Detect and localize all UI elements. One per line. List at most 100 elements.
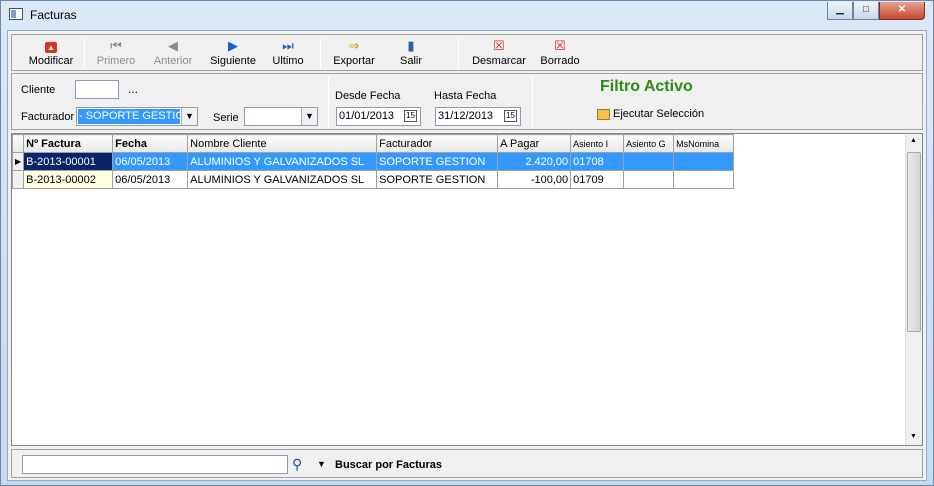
- table-row[interactable]: B-2013-00002 06/05/2013 ALUMINIOS Y GALV…: [12, 170, 735, 189]
- client-area: ▲ Modificar ⏮ Primero ◀ Anterior ▶ Sigui…: [7, 30, 927, 481]
- cell-a-pagar[interactable]: 2.420,00: [497, 152, 572, 171]
- toolbar-separator: [458, 39, 459, 69]
- maximize-button[interactable]: □: [853, 2, 879, 20]
- ejecutar-seleccion-button[interactable]: Ejecutar Selección: [597, 108, 704, 120]
- delete-icon: ☒: [554, 38, 566, 53]
- export-icon: ⇒: [348, 38, 360, 53]
- scroll-down-icon[interactable]: ▼: [910, 433, 917, 440]
- cell-fecha[interactable]: 06/05/2013: [112, 170, 189, 189]
- primero-button[interactable]: ⏮ Primero: [94, 38, 138, 70]
- anterior-label: Anterior: [153, 55, 193, 67]
- cell-a-pagar[interactable]: -100,00: [497, 170, 572, 189]
- cliente-lookup-button[interactable]: ...: [128, 82, 138, 96]
- cell-fecha[interactable]: 06/05/2013: [112, 152, 189, 171]
- toolbar: ▲ Modificar ⏮ Primero ◀ Anterior ▶ Sigui…: [11, 34, 923, 71]
- next-record-icon: ▶: [228, 38, 238, 53]
- col-header-fecha[interactable]: Fecha: [112, 134, 189, 153]
- facturas-table: Nº Factura Fecha Nombre Cliente Facturad…: [12, 134, 735, 189]
- desmarcar-label: Desmarcar: [472, 55, 526, 67]
- salir-button[interactable]: ▮ Salir: [396, 38, 426, 70]
- ultimo-button[interactable]: ⏭ Ultimo: [268, 38, 308, 70]
- modify-icon: ▲: [24, 38, 78, 54]
- facturador-select[interactable]: - SOPORTE GESTION ▼: [76, 107, 198, 126]
- facturas-grid: Nº Factura Fecha Nombre Cliente Facturad…: [11, 133, 923, 446]
- siguiente-button[interactable]: ▶ Siguiente: [206, 38, 260, 70]
- search-mode-label: Buscar por Facturas: [335, 459, 442, 471]
- vertical-scrollbar[interactable]: ▲ ▼: [905, 134, 922, 445]
- siguiente-label: Siguiente: [210, 55, 256, 67]
- salir-label: Salir: [399, 55, 422, 67]
- col-header-numero[interactable]: Nº Factura: [23, 134, 114, 153]
- previous-record-icon: ◀: [168, 38, 178, 53]
- ultimo-label: Ultimo: [272, 55, 304, 67]
- col-header-nombre-cliente[interactable]: Nombre Cliente: [187, 134, 378, 153]
- filter-separator: [328, 76, 329, 128]
- execute-icon: [597, 108, 610, 120]
- toolbar-separator: [320, 39, 321, 69]
- col-header-a-pagar[interactable]: A Pagar: [497, 134, 572, 153]
- row-indicator-header: [12, 134, 25, 153]
- filter-panel: Cliente ... Facturador - SOPORTE GESTION…: [11, 73, 923, 130]
- col-header-msnomina[interactable]: MsNomina: [673, 134, 735, 153]
- desde-fecha-label: Desde Fecha: [335, 90, 401, 102]
- col-header-facturador[interactable]: Facturador: [376, 134, 499, 153]
- borrado-label: Borrado: [540, 55, 580, 67]
- grid-header-row: Nº Factura Fecha Nombre Cliente Facturad…: [12, 134, 735, 153]
- cell-numero[interactable]: B-2013-00001: [23, 152, 114, 171]
- app-window-icon: [9, 8, 23, 20]
- cell-nombre-cliente[interactable]: ALUMINIOS Y GALVANIZADOS SL: [187, 152, 378, 171]
- col-header-asiento-i[interactable]: Asiento I: [570, 134, 625, 153]
- unmark-icon: ☒: [493, 38, 505, 53]
- cliente-label: Cliente: [21, 84, 56, 96]
- exportar-button[interactable]: ⇒ Exportar: [330, 38, 378, 70]
- anterior-button[interactable]: ◀ Anterior: [148, 38, 198, 70]
- cell-asiento-i[interactable]: 01708: [570, 152, 625, 171]
- ejecutar-label: Ejecutar Selección: [613, 108, 705, 120]
- cliente-input[interactable]: [75, 80, 119, 99]
- toolbar-separator: [84, 39, 85, 69]
- facturas-window: Facturas ▁ □ ✕ ▲ Modificar ⏮ Primero ◀ A…: [0, 0, 934, 486]
- cell-msnomina[interactable]: [673, 170, 735, 189]
- filtro-activo-label: Filtro Activo: [600, 78, 693, 95]
- facturador-selected-value: - SOPORTE GESTION: [78, 109, 180, 124]
- borrado-button[interactable]: ☒ Borrado: [538, 38, 582, 70]
- close-button[interactable]: ✕: [879, 2, 925, 20]
- current-row-indicator-icon: ▶: [12, 152, 25, 171]
- modificar-button[interactable]: ▲ Modificar: [24, 38, 78, 70]
- cell-facturador[interactable]: SOPORTE GESTION: [376, 170, 499, 189]
- table-row[interactable]: ▶ B-2013-00001 06/05/2013 ALUMINIOS Y GA…: [12, 152, 735, 171]
- filter-separator: [532, 76, 533, 128]
- modificar-label: Modificar: [28, 55, 74, 67]
- cell-asiento-g[interactable]: [623, 152, 675, 171]
- primero-label: Primero: [96, 55, 136, 67]
- desmarcar-button[interactable]: ☒ Desmarcar: [470, 38, 528, 70]
- first-record-icon: ⏮: [110, 38, 122, 53]
- exportar-label: Exportar: [333, 55, 375, 67]
- scroll-up-icon[interactable]: ▲: [910, 137, 917, 144]
- col-header-asiento-g[interactable]: Asiento G: [623, 134, 675, 153]
- search-bar: ⚲ ▼ Buscar por Facturas: [11, 449, 923, 478]
- chevron-down-icon[interactable]: ▼: [317, 459, 326, 469]
- window-title: Facturas: [30, 8, 77, 22]
- facturador-label: Facturador: [21, 111, 75, 123]
- calendar-icon[interactable]: 15: [404, 110, 417, 122]
- exit-door-icon: ▮: [407, 38, 415, 53]
- title-bar: Facturas ▁ □ ✕: [1, 1, 933, 29]
- chevron-down-icon[interactable]: ▼: [181, 108, 197, 125]
- hasta-fecha-label: Hasta Fecha: [434, 90, 497, 102]
- search-icon[interactable]: ⚲: [292, 456, 302, 473]
- cell-numero[interactable]: B-2013-00002: [23, 170, 114, 189]
- calendar-icon[interactable]: 15: [504, 110, 517, 122]
- cell-nombre-cliente[interactable]: ALUMINIOS Y GALVANIZADOS SL: [187, 170, 378, 189]
- minimize-button[interactable]: ▁: [827, 2, 853, 20]
- row-indicator: [12, 170, 25, 189]
- scrollbar-thumb[interactable]: [907, 152, 921, 332]
- search-input[interactable]: [22, 455, 288, 474]
- chevron-down-icon[interactable]: ▼: [301, 108, 317, 125]
- serie-label: Serie: [213, 112, 239, 124]
- last-record-icon: ⏭: [282, 38, 294, 53]
- cell-asiento-g[interactable]: [623, 170, 675, 189]
- cell-msnomina[interactable]: [673, 152, 735, 171]
- cell-facturador[interactable]: SOPORTE GESTION: [376, 152, 499, 171]
- cell-asiento-i[interactable]: 01709: [570, 170, 625, 189]
